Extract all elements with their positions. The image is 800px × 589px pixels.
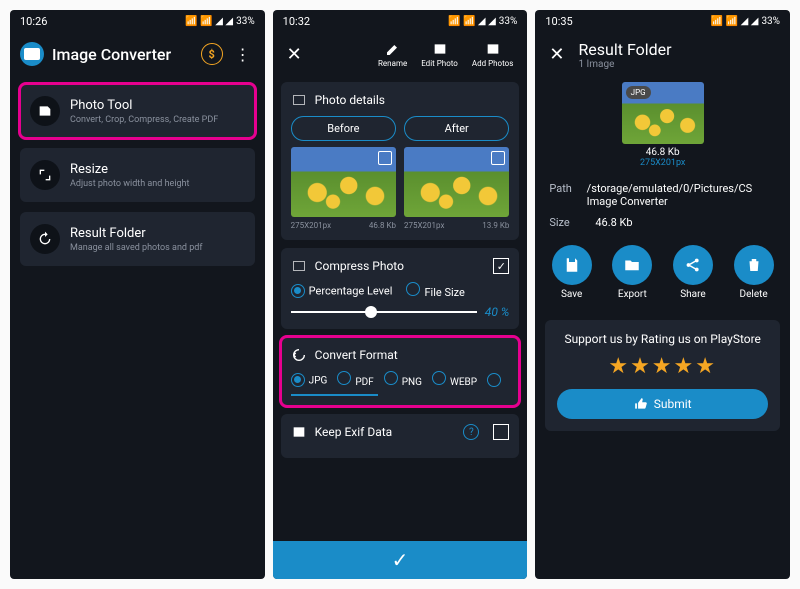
add-photos-button[interactable]: Add Photos — [468, 41, 517, 68]
result-preview[interactable]: JPG 46.8 Kb 275X201px — [535, 82, 790, 168]
compress-checkbox[interactable]: ✓ — [493, 258, 509, 274]
radio-percentage[interactable]: Percentage Level — [291, 284, 393, 298]
radio-filesize[interactable]: File Size — [406, 282, 464, 299]
panel-title: Compress Photo — [315, 259, 404, 273]
panel-title: Photo details — [315, 93, 385, 107]
rate-text: Support us by Rating us on PlayStore — [557, 332, 768, 346]
rate-card: Support us by Rating us on PlayStore ★★★… — [545, 320, 780, 431]
status-bar: 10:32 📶 📶 ◢ ◢ 33% — [273, 10, 528, 32]
close-icon[interactable]: ✕ — [283, 40, 306, 69]
format-png[interactable]: PNG — [384, 371, 422, 388]
menu-item-photo-tool[interactable]: Photo Tool Convert, Crop, Compress, Crea… — [20, 84, 255, 138]
format-more[interactable] — [487, 373, 501, 387]
format-badge: JPG — [626, 86, 651, 99]
screen-3-result: 10:35 📶 📶 ◢ ◢ 33% ✕ Result Folder 1 Imag… — [535, 10, 790, 579]
screen-2-edit: 10:32 📶 📶 ◢ ◢ 33% ✕ Rename Edit Photo Ad… — [273, 10, 528, 579]
rating-stars[interactable]: ★★★★★ — [557, 354, 768, 379]
format-webp[interactable]: WEBP — [432, 371, 477, 388]
panel-title: Keep Exif Data — [315, 425, 393, 439]
page-subtitle: 1 Image — [578, 59, 780, 70]
after-button[interactable]: After — [404, 116, 509, 141]
photo-tool-icon — [30, 96, 60, 126]
confirm-button[interactable]: ✓ — [273, 541, 528, 579]
exif-panel: Keep Exif Data? — [281, 414, 520, 458]
menu-title: Photo Tool — [70, 98, 245, 113]
help-icon[interactable]: ? — [463, 424, 479, 440]
result-header: ✕ Result Folder 1 Image — [535, 32, 790, 78]
exif-checkbox[interactable] — [493, 424, 509, 440]
before-button[interactable]: Before — [291, 116, 396, 141]
after-thumbnail[interactable] — [404, 147, 509, 217]
app-logo-icon — [20, 42, 44, 66]
clock: 10:26 — [20, 15, 47, 28]
compress-panel: Compress Photo ✓ Percentage Level File Si… — [281, 248, 520, 329]
app-bar: Image Converter $ ⋮ — [10, 32, 265, 76]
screen-1-home: 10:26 📶 📶 ◢ ◢ 33% Image Converter $ ⋮ Ph… — [10, 10, 265, 579]
format-pdf[interactable]: PDF — [337, 371, 373, 388]
status-icons: 📶 📶 ◢ ◢ 33% — [711, 16, 780, 27]
expand-icon[interactable] — [491, 151, 505, 165]
coins-icon[interactable]: $ — [201, 43, 223, 65]
status-bar: 10:26 📶 📶 ◢ ◢ 33% — [10, 10, 265, 32]
result-thumbnail: JPG — [622, 82, 704, 144]
rename-button[interactable]: Rename — [374, 41, 411, 68]
clock: 10:32 — [283, 15, 310, 28]
menu-sub: Manage all saved photos and pdf — [70, 243, 245, 253]
info-size: Size46.8 Kb — [535, 212, 790, 233]
export-button[interactable]: Export — [612, 245, 652, 300]
clock: 10:35 — [545, 15, 572, 28]
before-thumbnail[interactable] — [291, 147, 396, 217]
menu-sub: Adjust photo width and height — [70, 179, 245, 189]
preview-dim: 275X201px — [640, 158, 685, 168]
share-button[interactable]: Share — [673, 245, 713, 300]
edit-toolbar: ✕ Rename Edit Photo Add Photos — [273, 32, 528, 76]
status-bar: 10:35 📶 📶 ◢ ◢ 33% — [535, 10, 790, 32]
status-icons: 📶 📶 ◢ ◢ 33% — [448, 16, 517, 27]
preview-size: 46.8 Kb — [646, 147, 680, 158]
percent-value: 40 % — [485, 305, 510, 319]
close-icon[interactable]: ✕ — [545, 40, 568, 69]
compress-slider[interactable]: 40 % — [291, 305, 510, 319]
menu-item-resize[interactable]: Resize Adjust photo width and height — [20, 148, 255, 202]
submit-button[interactable]: Submit — [557, 389, 768, 419]
format-jpg[interactable]: JPG — [291, 373, 328, 387]
delete-button[interactable]: Delete — [734, 245, 774, 300]
panel-title: Convert Format — [315, 348, 398, 362]
info-path: Path/storage/emulated/0/Pictures/CS Imag… — [535, 178, 790, 212]
menu-sub: Convert, Crop, Compress, Create PDF — [70, 115, 245, 125]
expand-icon[interactable] — [378, 151, 392, 165]
menu-title: Resize — [70, 162, 245, 177]
status-icons: 📶 📶 ◢ ◢ 33% — [185, 16, 254, 27]
convert-format-panel: Convert Format JPG PDF PNG WEBP — [281, 337, 520, 406]
page-title: Result Folder — [578, 40, 780, 59]
history-icon — [30, 224, 60, 254]
photo-details-panel: Photo details Before 275X201px46.8 Kb Af… — [281, 82, 520, 240]
save-button[interactable]: Save — [552, 245, 592, 300]
edit-photo-button[interactable]: Edit Photo — [417, 41, 462, 68]
menu-item-result-folder[interactable]: Result Folder Manage all saved photos an… — [20, 212, 255, 266]
resize-icon — [30, 160, 60, 190]
more-menu-icon[interactable]: ⋮ — [231, 45, 255, 64]
menu-title: Result Folder — [70, 226, 245, 241]
app-title: Image Converter — [52, 45, 193, 64]
